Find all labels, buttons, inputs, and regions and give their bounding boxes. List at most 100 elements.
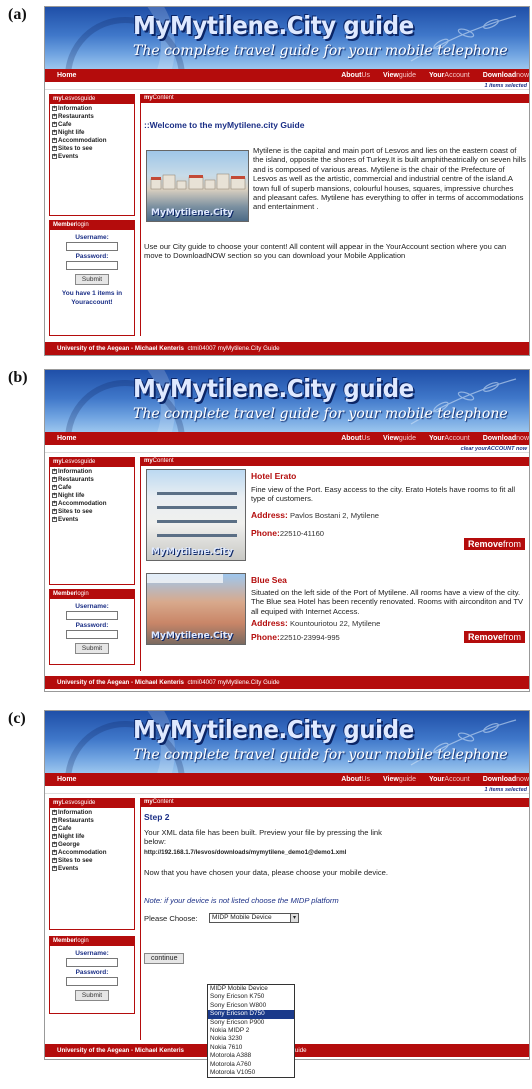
nav-home[interactable]: Home bbox=[57, 72, 341, 79]
device-option[interactable]: Motorola V1050 bbox=[208, 1069, 294, 1077]
expand-icon[interactable]: + bbox=[52, 865, 57, 871]
sidebar-item[interactable]: + Information bbox=[52, 468, 132, 476]
sidebar-item[interactable]: + George bbox=[52, 841, 132, 849]
footer: University of the Aegean - Michael Kente… bbox=[45, 342, 529, 355]
sidebar-item[interactable]: + Information bbox=[52, 809, 132, 817]
submit-button[interactable]: Submit bbox=[74, 990, 110, 1001]
expand-icon[interactable]: + bbox=[52, 817, 57, 823]
sidebar-item[interactable]: + Sites to see bbox=[52, 857, 132, 865]
sidebar-item[interactable]: + Accommodation bbox=[52, 137, 132, 145]
device-select[interactable]: MIDP Mobile Device ▾ bbox=[209, 913, 299, 923]
expand-icon[interactable]: + bbox=[52, 484, 57, 490]
member-login-box: Memberlogin Username: Password: Submit Y… bbox=[49, 220, 135, 336]
username-input[interactable] bbox=[66, 242, 118, 251]
banner-title: MyMytilene.City guide bbox=[133, 715, 414, 744]
device-option[interactable]: Nokia 7610 bbox=[208, 1044, 294, 1052]
expand-icon[interactable]: + bbox=[52, 113, 57, 119]
expand-icon[interactable]: + bbox=[52, 508, 57, 514]
device-option[interactable]: Sony Ericson K750 bbox=[208, 993, 294, 1001]
sidebar-heading: myLesvosguide bbox=[50, 458, 134, 467]
expand-icon[interactable]: + bbox=[52, 833, 57, 839]
device-option[interactable]: Sony Ericson P900 bbox=[208, 1019, 294, 1027]
device-option[interactable]: Sony Ericson W800 bbox=[208, 1002, 294, 1010]
device-option[interactable]: Motorola A760 bbox=[208, 1061, 294, 1069]
sidebar-item[interactable]: + Accommodation bbox=[52, 500, 132, 508]
nav-about-us[interactable]: AboutUs bbox=[341, 435, 370, 442]
sidebar-item[interactable]: + Cafe bbox=[52, 121, 132, 129]
category-menu: + Information + Restaurants + Cafe + Night life… bbox=[50, 808, 134, 874]
top-nav: Home AboutUs Viewguide YourAccount Downl… bbox=[45, 432, 529, 445]
device-option[interactable]: Sony Ericson D750 bbox=[208, 1010, 294, 1019]
password-input[interactable] bbox=[66, 977, 118, 986]
sidebar-item[interactable]: + Restaurants bbox=[52, 113, 132, 121]
expand-icon[interactable]: + bbox=[52, 129, 57, 135]
sidebar-item[interactable]: + Events bbox=[52, 516, 132, 524]
sidebar-item[interactable]: + Sites to see bbox=[52, 508, 132, 516]
nav-download-now[interactable]: Downloadnow bbox=[483, 435, 529, 442]
sidebar-item[interactable]: + Night life bbox=[52, 492, 132, 500]
sidebar-item[interactable]: + Events bbox=[52, 153, 132, 161]
remove-from-account-button[interactable]: Removefrom bbox=[463, 538, 525, 550]
sidebar-item-label: George bbox=[58, 841, 80, 848]
sidebar-menu: myLesvosguide + Information + Restaurants + C… bbox=[49, 798, 135, 930]
expand-icon[interactable]: + bbox=[52, 105, 57, 111]
password-input[interactable] bbox=[66, 630, 118, 639]
nav-view-guide[interactable]: Viewguide bbox=[383, 435, 416, 442]
sidebar-item[interactable]: + Sites to see bbox=[52, 145, 132, 153]
expand-icon[interactable]: + bbox=[52, 153, 57, 159]
expand-icon[interactable]: + bbox=[52, 809, 57, 815]
top-nav: Home AboutUs Viewguide YourAccount Downl… bbox=[45, 773, 529, 786]
device-option[interactable]: Nokia 3230 bbox=[208, 1035, 294, 1043]
nav-home[interactable]: Home bbox=[57, 776, 341, 783]
nav-view-guide[interactable]: Viewguide bbox=[383, 776, 416, 783]
device-option[interactable]: Motorola A388 bbox=[208, 1052, 294, 1060]
nav-your-account[interactable]: YourAccount bbox=[429, 435, 470, 442]
submit-button[interactable]: Submit bbox=[74, 643, 110, 654]
password-input[interactable] bbox=[66, 261, 118, 270]
sidebar-item-label: Cafe bbox=[58, 825, 72, 832]
sidebar-item[interactable]: + Cafe bbox=[52, 484, 132, 492]
expand-icon[interactable]: + bbox=[52, 849, 57, 855]
continue-button[interactable]: continue bbox=[144, 953, 185, 964]
nav-your-account[interactable]: YourAccount bbox=[429, 72, 470, 79]
sidebar-item[interactable]: + Events bbox=[52, 865, 132, 873]
sidebar-item[interactable]: + Night life bbox=[52, 129, 132, 137]
sidebar-item-label: Sites to see bbox=[58, 508, 93, 515]
expand-icon[interactable]: + bbox=[52, 516, 57, 522]
sidebar-item[interactable]: + Restaurants bbox=[52, 476, 132, 484]
expand-icon[interactable]: + bbox=[52, 825, 57, 831]
expand-icon[interactable]: + bbox=[52, 145, 57, 151]
nav-about-us[interactable]: AboutUs bbox=[341, 776, 370, 783]
main-content: myContent MyMytilene.City Hotel Erato Fi… bbox=[140, 457, 529, 671]
device-option[interactable]: MIDP Mobile Device bbox=[208, 985, 294, 993]
nav-home[interactable]: Home bbox=[57, 435, 341, 442]
username-input[interactable] bbox=[66, 611, 118, 620]
sidebar-item[interactable]: + Accommodation bbox=[52, 849, 132, 857]
expand-icon[interactable]: + bbox=[52, 137, 57, 143]
nav-view-guide[interactable]: Viewguide bbox=[383, 72, 416, 79]
remove-from-account-button[interactable]: Removefrom bbox=[463, 631, 525, 643]
sidebar-item-label: Events bbox=[58, 865, 79, 872]
site-banner: MyMytilene.City guide The complete trave… bbox=[45, 370, 529, 432]
expand-icon[interactable]: + bbox=[52, 476, 57, 482]
sidebar-item[interactable]: + Restaurants bbox=[52, 817, 132, 825]
xml-file-link[interactable]: http://192.168.1.7/lesvos/downloads/mymy… bbox=[144, 849, 346, 856]
expand-icon[interactable]: + bbox=[52, 500, 57, 506]
sidebar-item[interactable]: + Information bbox=[52, 105, 132, 113]
expand-icon[interactable]: + bbox=[52, 492, 57, 498]
username-label: Username: bbox=[75, 603, 109, 610]
submit-button[interactable]: Submit bbox=[74, 274, 110, 285]
nav-download-now[interactable]: Downloadnow bbox=[483, 72, 529, 79]
expand-icon[interactable]: + bbox=[52, 468, 57, 474]
nav-download-now[interactable]: Downloadnow bbox=[483, 776, 529, 783]
expand-icon[interactable]: + bbox=[52, 857, 57, 863]
nav-your-account[interactable]: YourAccount bbox=[429, 776, 470, 783]
device-option[interactable]: Nokia MIDP 2 bbox=[208, 1027, 294, 1035]
expand-icon[interactable]: + bbox=[52, 841, 57, 847]
sidebar-item[interactable]: + Cafe bbox=[52, 825, 132, 833]
clear-account-link[interactable]: clear yourACCOUNT now bbox=[45, 445, 529, 453]
username-input[interactable] bbox=[66, 958, 118, 967]
sidebar-item[interactable]: + Night life bbox=[52, 833, 132, 841]
expand-icon[interactable]: + bbox=[52, 121, 57, 127]
nav-about-us[interactable]: AboutUs bbox=[341, 72, 370, 79]
